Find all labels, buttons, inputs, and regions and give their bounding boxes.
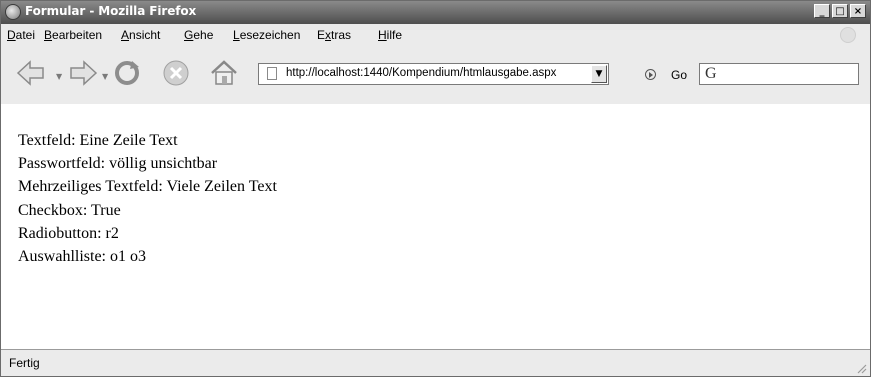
status-bar: Fertig	[1, 349, 870, 376]
window-title: Formular - Mozilla Firefox	[25, 4, 197, 18]
content-line-radiobutton: Radiobutton: r2	[18, 225, 119, 242]
navigation-toolbar: ▼ ▼ http://localhost:1440/Kompendium/htm…	[1, 46, 870, 105]
content-line-mehrzeilig: Mehrzeiliges Textfeld: Viele Zeilen Text	[18, 178, 277, 195]
menu-bar: Datei Bearbeiten Ansicht Gehe Lesezeiche…	[1, 24, 870, 46]
forward-arrow-icon	[70, 60, 98, 86]
home-button[interactable]	[209, 58, 239, 88]
menu-hilfe[interactable]: Hilfe	[378, 28, 402, 42]
url-bar[interactable]: http://localhost:1440/Kompendium/htmlaus…	[258, 63, 609, 85]
url-text[interactable]: http://localhost:1440/Kompendium/htmlaus…	[286, 67, 556, 79]
status-text: Fertig	[9, 356, 40, 370]
content-line-checkbox: Checkbox: True	[18, 202, 121, 219]
menu-ansicht[interactable]: Ansicht	[121, 28, 160, 42]
stop-button[interactable]	[161, 58, 191, 88]
forward-button[interactable]	[68, 58, 98, 88]
search-engine-icon[interactable]: G	[705, 66, 723, 82]
page-content: Textfeld: Eine Zeile Text Passwortfeld: …	[1, 104, 870, 349]
close-button[interactable]: ×	[850, 4, 866, 18]
back-button[interactable]	[16, 58, 46, 88]
content-line-textfeld: Textfeld: Eine Zeile Text	[18, 132, 178, 149]
search-input[interactable]: G	[699, 63, 859, 85]
content-line-auswahlliste: Auswahlliste: o1 o3	[18, 248, 146, 265]
home-icon	[211, 60, 237, 85]
url-dropdown-button[interactable]: ▼	[591, 65, 607, 83]
page-icon	[267, 67, 277, 80]
title-bar[interactable]: Formular - Mozilla Firefox _ □ ×	[1, 1, 870, 24]
window-controls: _ □ ×	[812, 4, 866, 18]
menu-gehe[interactable]: Gehe	[184, 28, 213, 42]
browser-window: Formular - Mozilla Firefox _ □ × Datei B…	[0, 0, 871, 377]
firefox-icon	[5, 4, 21, 20]
go-button[interactable]: Go	[671, 68, 687, 82]
reload-button[interactable]	[112, 58, 142, 88]
maximize-button[interactable]: □	[832, 4, 848, 18]
menu-extras[interactable]: Extras	[317, 28, 351, 42]
stop-icon	[163, 60, 189, 86]
resize-grip-icon[interactable]	[855, 362, 867, 374]
menu-datei[interactable]: Datei	[7, 28, 35, 42]
throbber-icon	[840, 27, 856, 43]
back-history-dropdown[interactable]: ▼	[56, 72, 62, 81]
reload-icon	[115, 61, 139, 85]
menu-lesezeichen[interactable]: Lesezeichen	[233, 28, 300, 42]
back-arrow-icon	[16, 60, 44, 86]
menu-bearbeiten[interactable]: Bearbeiten	[44, 28, 102, 42]
go-icon[interactable]	[645, 69, 656, 80]
forward-history-dropdown[interactable]: ▼	[102, 72, 108, 81]
content-line-passwortfeld: Passwortfeld: völlig unsichtbar	[18, 155, 218, 172]
minimize-button[interactable]: _	[814, 4, 830, 18]
